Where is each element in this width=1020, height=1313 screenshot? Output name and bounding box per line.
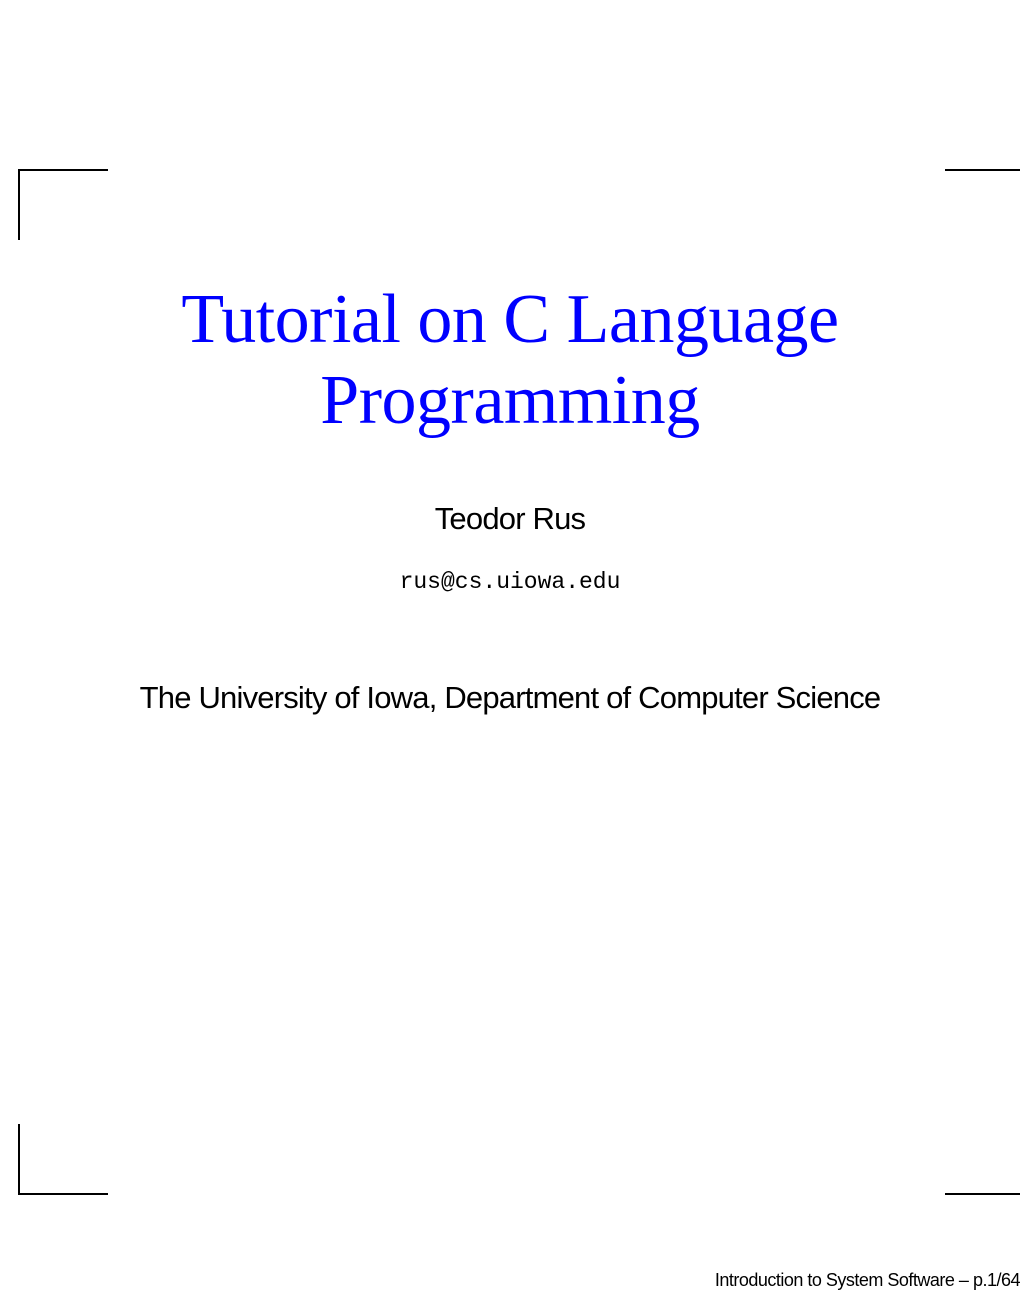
affiliation-text: The University of Iowa, Department of Co…: [0, 680, 1020, 716]
author-email: rus@cs.uiowa.edu: [0, 569, 1020, 595]
page-footer: Introduction to System Software – p.1/64: [715, 1270, 1020, 1291]
slide-title: Tutorial on C Language Programming: [0, 280, 1020, 441]
corner-decoration-bottom-left: [18, 1124, 108, 1195]
title-line-2: Programming: [0, 361, 1020, 442]
slide-page: Tutorial on C Language Programming Teodo…: [0, 0, 1020, 1313]
author-name: Teodor Rus: [0, 501, 1020, 537]
title-line-1: Tutorial on C Language: [0, 280, 1020, 361]
corner-decoration-top-right: [945, 169, 1020, 240]
corner-decoration-bottom-right: [945, 1124, 1020, 1195]
slide-content: Tutorial on C Language Programming Teodo…: [0, 280, 1020, 716]
corner-decoration-top-left: [18, 169, 108, 240]
